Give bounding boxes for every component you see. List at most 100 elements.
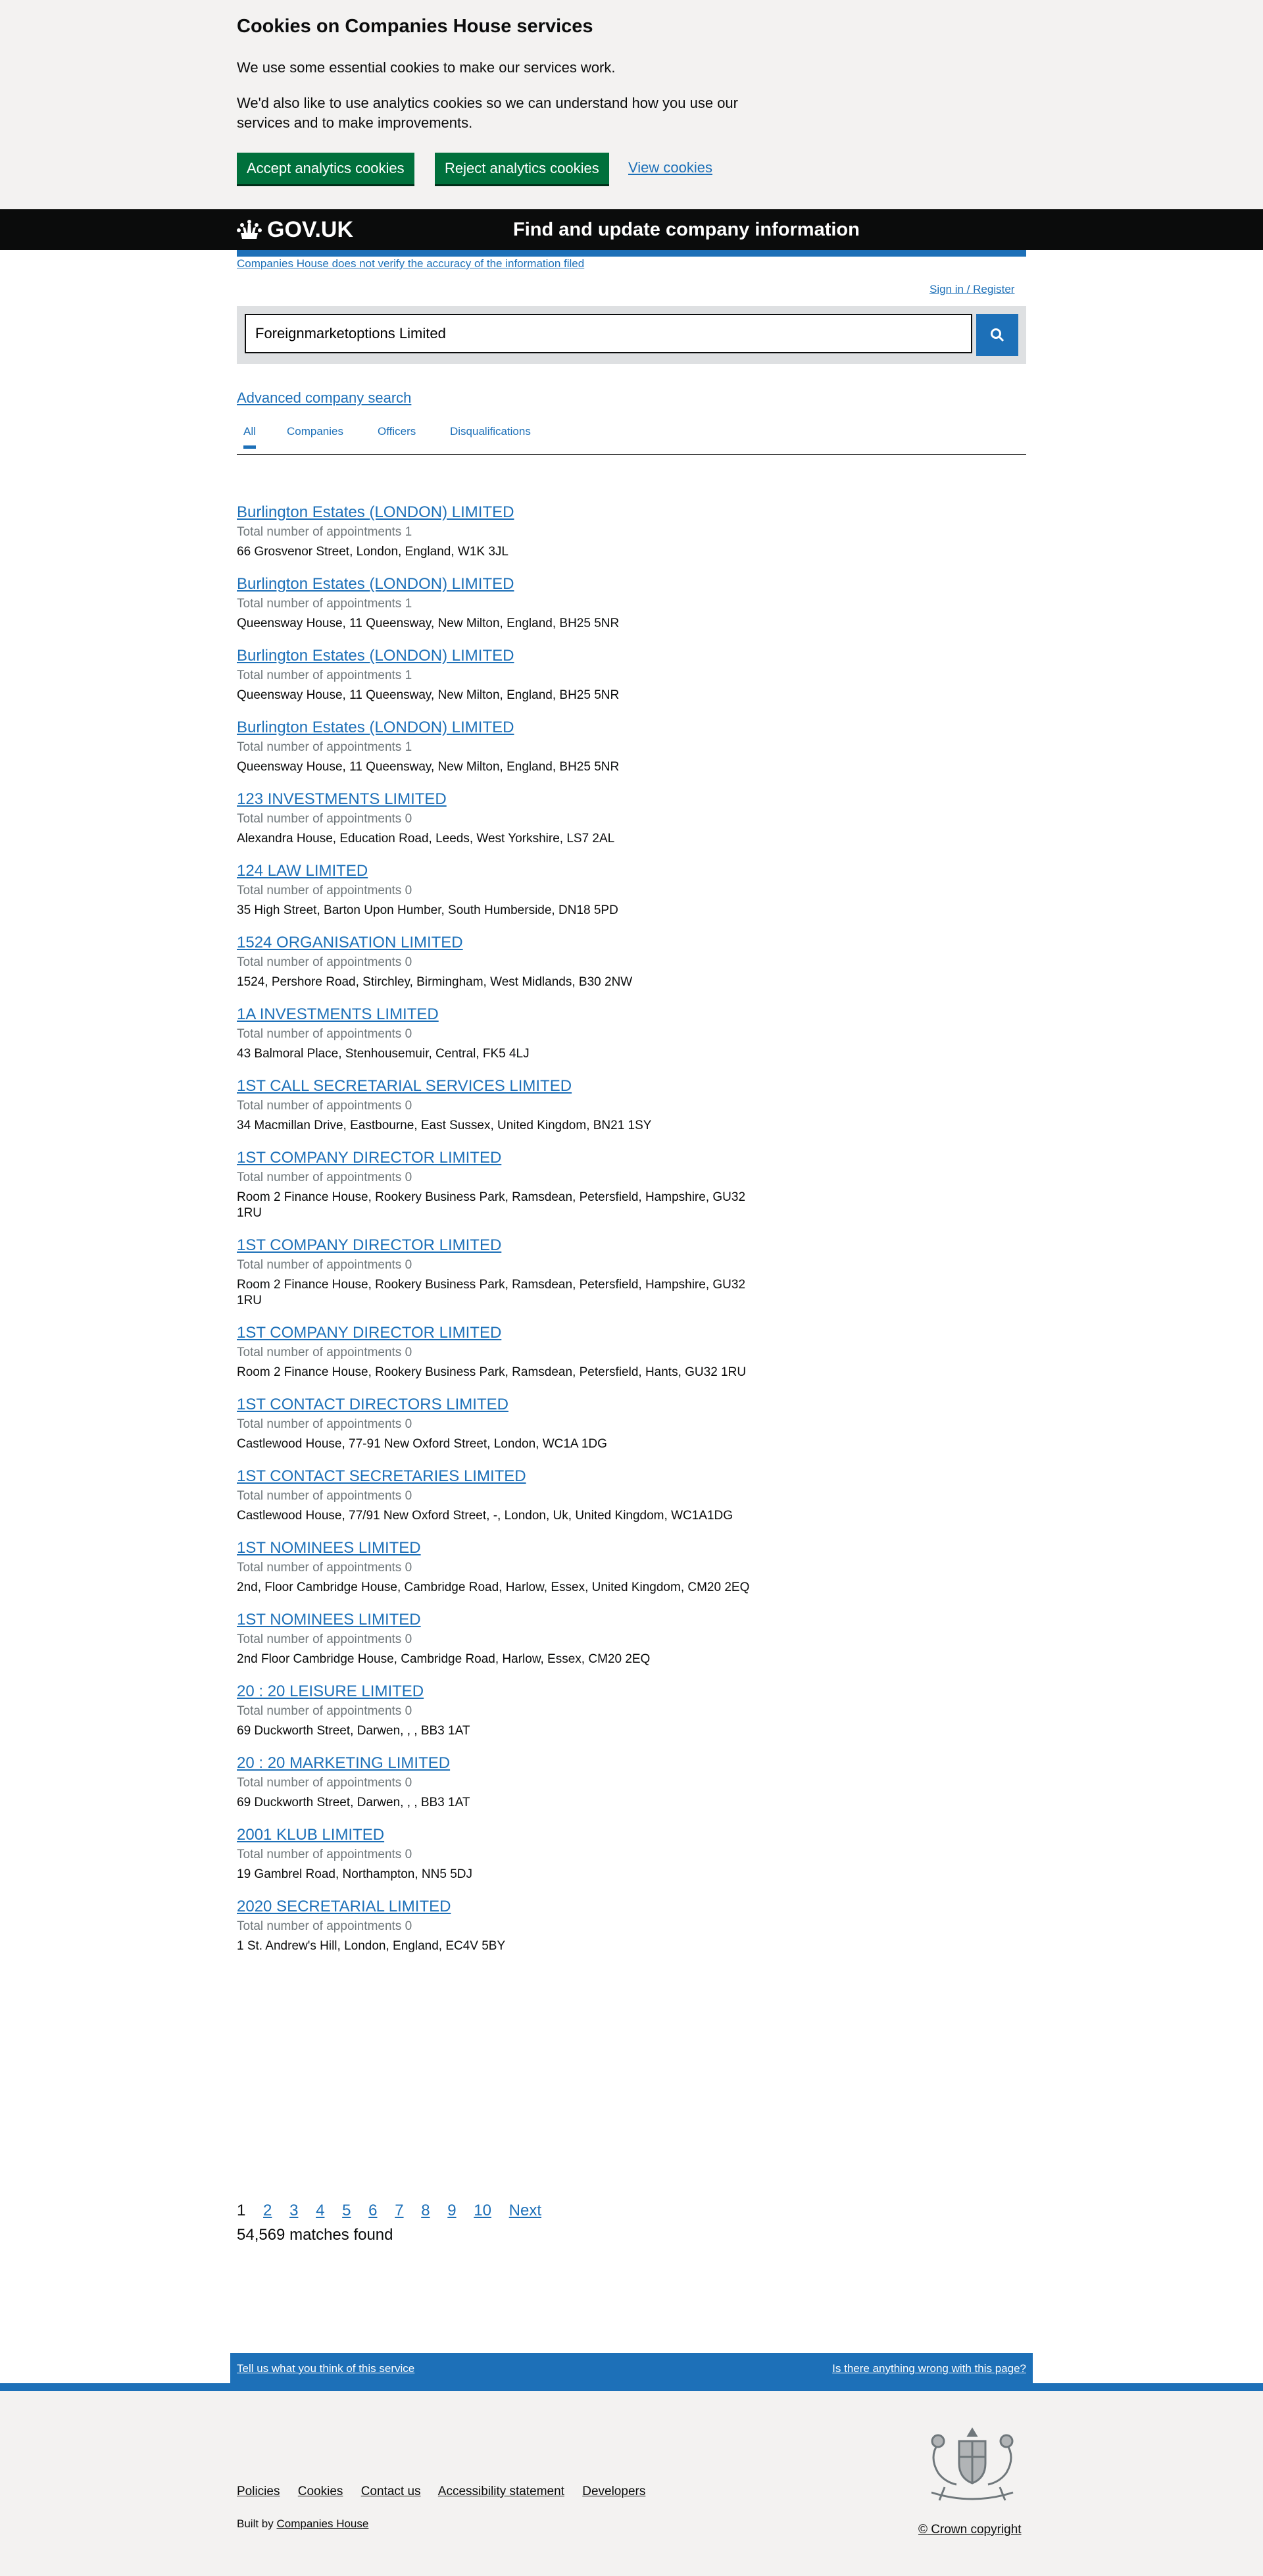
result-address: 69 Duckworth Street, Darwen, , , BB3 1AT [237,1796,470,1809]
view-cookies-link[interactable]: View cookies [628,159,712,176]
footer-link-accessibility-statement[interactable]: Accessibility statement [438,2485,564,2498]
search-button[interactable] [976,314,1018,356]
result-company-link[interactable]: 1ST CALL SECRETARIAL SERVICES LIMITED [237,1075,763,1098]
cookie-banner: Cookies on Companies House services We u… [0,0,1263,209]
tab-disqualifications[interactable]: Disqualifications [450,425,531,438]
result-appointments: Total number of appointments 1 [237,525,412,539]
result-company-link[interactable]: 1ST CONTACT DIRECTORS LIMITED [237,1394,763,1416]
accuracy-disclaimer-link[interactable]: Companies House does not verify the accu… [237,257,584,270]
result-item: 1ST CALL SECRETARIAL SERVICES LIMITED Tot… [237,1075,763,1134]
result-appointments: Total number of appointments 0 [237,884,412,897]
service-name[interactable]: Find and update company information [513,219,860,241]
result-appointments: Total number of appointments 0 [237,1099,412,1113]
pagination-page-link[interactable]: 6 [368,2202,377,2219]
result-item: Burlington Estates (LONDON) LIMITED Total… [237,573,763,632]
tab-companies[interactable]: Companies [287,425,343,438]
pagination-page-link[interactable]: 4 [316,2202,324,2219]
tab-all[interactable]: All [243,425,256,449]
result-appointments: Total number of appointments 1 [237,597,412,611]
result-company-link[interactable]: 2001 KLUB LIMITED [237,1824,763,1846]
footer-link-policies[interactable]: Policies [237,2485,280,2498]
search-icon [991,328,1004,342]
result-appointments: Total number of appointments 0 [237,1258,412,1272]
result-item: 20 : 20 LEISURE LIMITED Total number of a… [237,1680,763,1739]
result-item: 2020 SECRETARIAL LIMITED Total number of … [237,1896,763,1954]
result-company-link[interactable]: Burlington Estates (LONDON) LIMITED [237,645,763,667]
matches-found: 54,569 matches found [237,2226,393,2244]
result-address: 2nd Floor Cambridge House, Cambridge Roa… [237,1652,651,1666]
result-company-link[interactable]: 1ST CONTACT SECRETARIES LIMITED [237,1465,763,1488]
companies-house-link[interactable]: Companies House [276,2517,368,2530]
search-input[interactable] [245,314,972,353]
result-company-link[interactable]: 1ST NOMINEES LIMITED [237,1609,763,1631]
sign-in-register-link[interactable]: Sign in / Register [929,283,1014,296]
pagination-page-link[interactable]: 10 [474,2202,491,2219]
pagination-page-link[interactable]: 2 [263,2202,272,2219]
result-company-link[interactable]: 1ST NOMINEES LIMITED [237,1537,763,1559]
pagination-page-link[interactable]: 8 [421,2202,430,2219]
search-box [237,306,1026,364]
result-item: Burlington Estates (LONDON) LIMITED Total… [237,717,763,775]
result-address: Alexandra House, Education Road, Leeds, … [237,832,615,846]
result-company-link[interactable]: Burlington Estates (LONDON) LIMITED [237,573,763,595]
accept-analytics-cookies-button[interactable]: Accept analytics cookies [237,153,414,184]
pagination-page-link[interactable]: 5 [342,2202,351,2219]
footer-links: Policies Cookies Contact us Accessibilit… [237,2485,660,2499]
crown-copyright-link[interactable]: © Crown copyright [918,2523,1022,2537]
result-address: 1 St. Andrew's Hill, London, England, EC… [237,1939,506,1953]
result-company-link[interactable]: 20 : 20 LEISURE LIMITED [237,1680,763,1703]
result-address: 34 Macmillan Drive, Eastbourne, East Sus… [237,1119,652,1132]
report-problem-link[interactable]: Is there anything wrong with this page? [832,2362,1026,2375]
cookie-banner-text-2: We'd also like to use analytics cookies … [237,95,738,131]
result-appointments: Total number of appointments 0 [237,1561,412,1575]
footer-blue-bar [0,2383,1263,2391]
site-header: GOV.UK Find and update company informati… [0,209,1263,250]
result-appointments: Total number of appointments 0 [237,1417,412,1431]
footer-link-cookies[interactable]: Cookies [298,2485,343,2498]
result-company-link[interactable]: 1524 ORGANISATION LIMITED [237,932,763,954]
result-item: Burlington Estates (LONDON) LIMITED Total… [237,501,763,560]
footer-link-contact-us[interactable]: Contact us [361,2485,421,2498]
result-company-link[interactable]: Burlington Estates (LONDON) LIMITED [237,501,763,524]
tab-officers[interactable]: Officers [378,425,416,438]
result-company-link[interactable]: 1ST COMPANY DIRECTOR LIMITED [237,1147,763,1169]
footer-link-developers[interactable]: Developers [582,2485,645,2498]
result-company-link[interactable]: 124 LAW LIMITED [237,860,763,882]
pagination-page-link[interactable]: 7 [395,2202,403,2219]
result-address: Queensway House, 11 Queensway, New Milto… [237,760,620,774]
result-address: Queensway House, 11 Queensway, New Milto… [237,617,620,630]
result-item: 1ST NOMINEES LIMITED Total number of appo… [237,1609,763,1667]
advanced-company-search-link[interactable]: Advanced company search [237,390,411,407]
result-company-link[interactable]: 1A INVESTMENTS LIMITED [237,1003,763,1026]
result-item: 1ST CONTACT DIRECTORS LIMITED Total numbe… [237,1394,763,1452]
result-address: Castlewood House, 77-91 New Oxford Stree… [237,1437,607,1451]
result-appointments: Total number of appointments 0 [237,1632,412,1646]
result-appointments: Total number of appointments 1 [237,669,412,682]
result-address: Room 2 Finance House, Rookery Business P… [237,1190,746,1220]
result-company-link[interactable]: 2020 SECRETARIAL LIMITED [237,1896,763,1918]
pagination-page-link[interactable]: 9 [447,2202,456,2219]
service-feedback-link[interactable]: Tell us what you think of this service [237,2362,414,2375]
reject-analytics-cookies-button[interactable]: Reject analytics cookies [435,153,609,184]
result-address: Room 2 Finance House, Rookery Business P… [237,1278,746,1307]
result-company-link[interactable]: 1ST COMPANY DIRECTOR LIMITED [237,1234,763,1257]
result-item: 1ST COMPANY DIRECTOR LIMITED Total number… [237,1147,763,1221]
result-company-link[interactable]: 123 INVESTMENTS LIMITED [237,788,763,811]
pagination-page-link[interactable]: 3 [289,2202,298,2219]
result-appointments: Total number of appointments 0 [237,1776,412,1790]
result-company-link[interactable]: 1ST COMPANY DIRECTOR LIMITED [237,1322,763,1344]
result-item: 1ST COMPANY DIRECTOR LIMITED Total number… [237,1322,763,1380]
built-by: Built by Companies House [237,2517,368,2531]
result-company-link[interactable]: Burlington Estates (LONDON) LIMITED [237,717,763,739]
search-tabs: All Companies Officers Disqualifications [237,421,1026,455]
govuk-logo[interactable]: GOV.UK [237,217,353,242]
result-item: 1A INVESTMENTS LIMITED Total number of ap… [237,1003,763,1062]
cookie-banner-text-1: We use some essential cookies to make ou… [237,59,616,76]
result-company-link[interactable]: 20 : 20 MARKETING LIMITED [237,1752,763,1775]
pagination-next-link[interactable]: Next [509,2202,541,2219]
result-item: 123 INVESTMENTS LIMITED Total number of a… [237,788,763,847]
result-appointments: Total number of appointments 0 [237,812,412,826]
result-address: 1524, Pershore Road, Stirchley, Birmingh… [237,975,633,989]
result-item: 2001 KLUB LIMITED Total number of appoint… [237,1824,763,1882]
govuk-logo-text: GOV.UK [267,216,354,242]
